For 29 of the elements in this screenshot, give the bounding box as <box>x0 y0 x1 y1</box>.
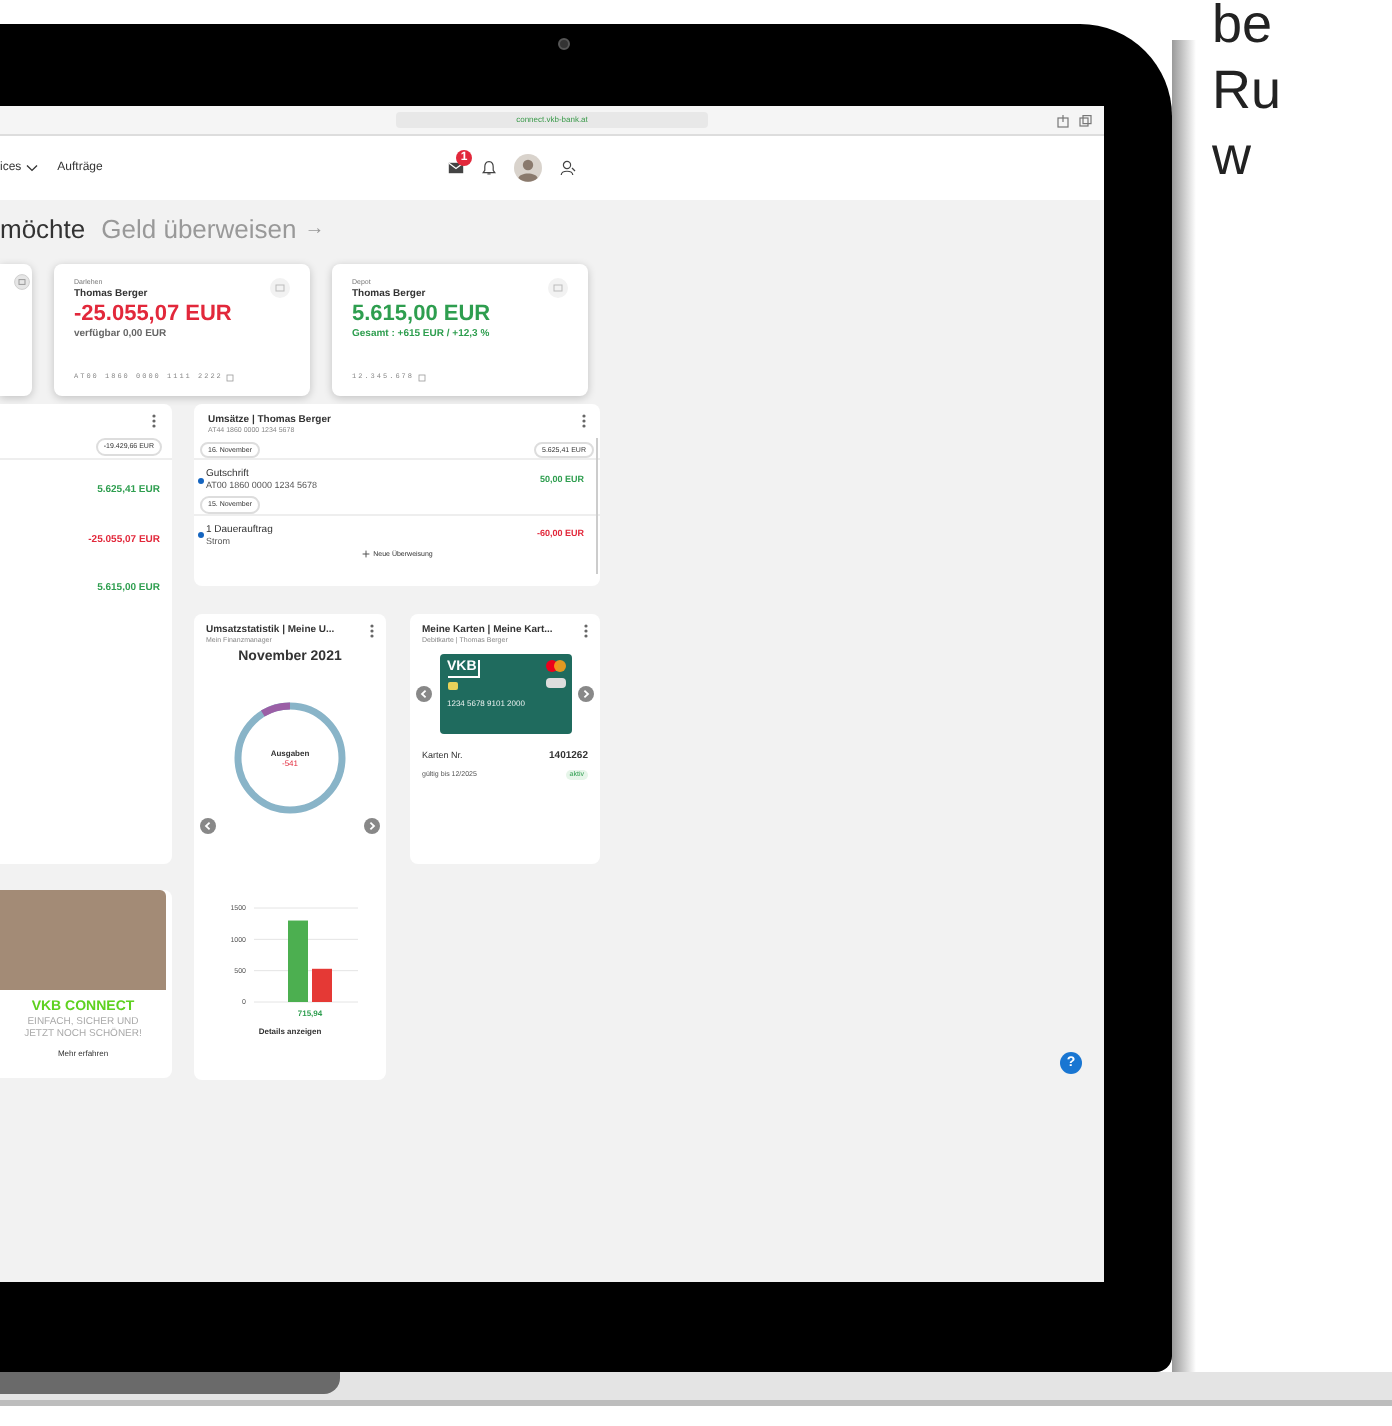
previous-arrow-button[interactable] <box>200 817 216 833</box>
plus-icon <box>361 550 370 559</box>
copy-icon[interactable] <box>226 374 235 383</box>
status-dot <box>198 477 204 484</box>
card-action-icon[interactable] <box>14 274 30 290</box>
account-balance: 5.615,00 EUR <box>352 302 493 328</box>
share-icon[interactable] <box>1056 113 1070 127</box>
account-balance: -25.055,07 EUR <box>74 302 234 328</box>
avatar-icon[interactable] <box>514 154 542 182</box>
mail-icon[interactable] <box>448 162 464 174</box>
tabs-icon[interactable] <box>1078 113 1092 127</box>
card-network-logo <box>545 660 565 672</box>
grid-line <box>253 1000 359 1002</box>
greeting-text: möchte <box>0 216 86 242</box>
scrollbar <box>596 438 598 574</box>
page-text: w <box>1212 124 1253 190</box>
donut-chart <box>232 699 348 815</box>
next-arrow-button[interactable] <box>578 686 594 702</box>
previous-arrow-button[interactable] <box>416 686 432 702</box>
card-hologram <box>545 678 565 688</box>
user-settings-icon[interactable] <box>560 160 576 176</box>
bell-icon[interactable] <box>482 160 496 176</box>
chevron-down-icon <box>25 164 38 172</box>
next-arrow-button[interactable] <box>364 817 380 833</box>
page-text: Ru <box>1212 58 1282 124</box>
copy-icon[interactable] <box>418 374 427 383</box>
page-text: be <box>1212 0 1275 58</box>
chip-icon <box>447 682 457 690</box>
status-dot <box>198 532 204 538</box>
